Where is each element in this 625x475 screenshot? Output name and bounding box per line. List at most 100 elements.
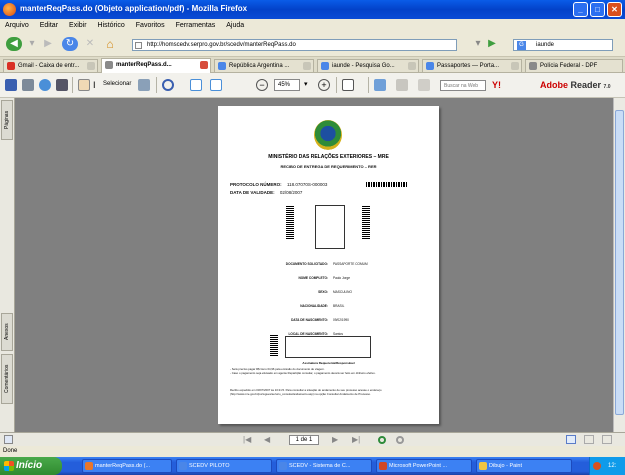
tab-republica-argentina[interactable]: República Argentina ... [214, 59, 314, 72]
zoom-dropdown-icon[interactable]: ▾ [304, 79, 316, 91]
back-icon[interactable]: ◀ [6, 37, 22, 51]
close-tab-icon[interactable] [303, 62, 311, 70]
save-icon[interactable] [5, 79, 17, 91]
stop-icon[interactable]: ✕ [82, 37, 98, 51]
search-input[interactable]: G iaunde [513, 39, 613, 51]
menu-ajuda[interactable]: Ajuda [226, 22, 244, 29]
adobe-reader-logo: Adobe Reader 7.0 [540, 80, 611, 90]
taskbar-item-paint[interactable]: Dibujo - Paint [476, 459, 572, 473]
print-icon[interactable] [22, 79, 34, 91]
home-icon[interactable]: ⌂ [102, 37, 118, 51]
zoom-out-icon[interactable]: − [256, 79, 268, 91]
go-icon[interactable]: ▶ [484, 37, 500, 51]
continuous-icon[interactable] [584, 435, 594, 444]
tools-icon[interactable] [396, 79, 408, 91]
menu-bar: Arquivo Editar Exibir Histórico Favorito… [0, 19, 625, 31]
tab-policia-federal[interactable]: Polícia Federal - DPF [525, 59, 623, 72]
last-page-icon[interactable]: ▶| [352, 435, 360, 445]
single-page-icon[interactable] [566, 435, 576, 444]
navigation-toolbar: ◀ ▾ ▶ ↻ ✕ ⌂ http://homscedv.serpro.gov.b… [0, 31, 625, 57]
taskbar-item-powerpoint[interactable]: Microsoft PowerPoint ... [376, 459, 472, 473]
validity-row: DATA DE VALIDADE: 02/08/2007 [230, 190, 302, 195]
find-icon[interactable] [56, 79, 68, 91]
email-icon[interactable] [39, 79, 51, 91]
menu-editar[interactable]: Editar [40, 22, 58, 29]
close-tab-icon[interactable] [511, 62, 519, 70]
protocol-barcode [366, 182, 408, 187]
taskbar-item-scedv-sistema[interactable]: SCEDV - Sistema de C... [276, 459, 372, 473]
toolbar-separator [72, 77, 73, 93]
previous-page-icon[interactable]: ◀ [264, 435, 270, 445]
yahoo-icon[interactable]: Y! [492, 79, 504, 91]
adobe-logo-product: Reader [570, 80, 602, 90]
comments-tab[interactable]: Comentários [1, 354, 13, 404]
fit-width-icon[interactable] [210, 79, 222, 91]
system-tray: 12: [589, 457, 625, 475]
zoom-level-input[interactable]: 45% [274, 79, 300, 91]
pages-tab[interactable]: Páginas [1, 100, 13, 140]
close-button[interactable]: ✕ [607, 2, 622, 17]
close-tab-icon[interactable] [408, 62, 416, 70]
tab-google-search[interactable]: iaunde - Pesquisa Go... [317, 59, 419, 72]
zoom-icon[interactable] [162, 79, 174, 91]
field-value: BRASIL [333, 304, 345, 308]
snapshot-icon[interactable] [138, 79, 150, 91]
minimize-button[interactable]: _ [573, 2, 588, 17]
forward-icon[interactable]: ▶ [40, 37, 56, 51]
brazil-coat-of-arms-icon [314, 120, 342, 150]
toolbar-separator [336, 77, 337, 93]
windows-logo-icon [4, 461, 14, 471]
vertical-scrollbar[interactable] [613, 98, 625, 432]
start-button[interactable]: Início [0, 457, 62, 475]
first-page-icon[interactable]: |◀ [243, 435, 251, 445]
taskbar-item-scedv-piloto[interactable]: SCEDV PILOTO [176, 459, 272, 473]
menu-ferramentas[interactable]: Ferramentas [176, 22, 216, 29]
select-tool-icon[interactable]: I [93, 79, 101, 91]
close-tab-icon[interactable] [200, 61, 208, 69]
left-barcode [286, 205, 294, 239]
pdf-viewer[interactable]: Páginas Anexos Comentários MINISTÉRIO DA… [0, 98, 625, 432]
tab-passaportes[interactable]: Passaportes — Porta... [422, 59, 522, 72]
bookmark-icon[interactable] [418, 79, 430, 91]
attachments-tab[interactable]: Anexos [1, 313, 13, 351]
field-label: NOME COMPLETO: [298, 276, 328, 280]
tab-gmail[interactable]: Gmail - Caixa de entr... [3, 59, 98, 72]
menu-arquivo[interactable]: Arquivo [5, 22, 29, 29]
toolbar-separator [368, 77, 369, 93]
taskbar-item-firefox[interactable]: manterReqPass.do (... [82, 459, 172, 473]
close-tab-icon[interactable] [87, 62, 95, 70]
dropdown-icon[interactable]: ▾ [24, 37, 40, 51]
validity-value: 02/08/2007 [279, 190, 303, 195]
scrollbar-thumb[interactable] [615, 110, 624, 415]
menu-exibir[interactable]: Exibir [69, 22, 87, 29]
tab-manterreqpass[interactable]: manterReqPass.d... [101, 58, 211, 73]
protocol-value: 118.07070S-000003 [286, 182, 328, 187]
menu-historico[interactable]: Histórico [98, 22, 125, 29]
zoom-in-icon[interactable]: + [318, 79, 330, 91]
find-web-input[interactable]: Buscar na Web [440, 80, 486, 91]
hand-tool-icon[interactable] [78, 79, 90, 91]
facing-icon[interactable] [602, 435, 612, 444]
page-navigation-bar: |◀ ◀ 1 de 1 ▶ ▶| [0, 432, 625, 446]
rotate-icon[interactable] [342, 79, 354, 91]
field-value: Paulo Jorge [333, 276, 351, 280]
previous-view-icon[interactable] [378, 436, 386, 444]
validity-label: DATA DE VALIDADE: [230, 190, 275, 195]
tray-icon[interactable] [593, 462, 601, 470]
url-input[interactable]: http://homscedv.serpro.gov.br/scedv/mant… [132, 39, 457, 51]
fit-page-icon[interactable] [190, 79, 202, 91]
next-view-icon[interactable] [396, 436, 404, 444]
help-icon[interactable] [374, 79, 386, 91]
page-number-input[interactable]: 1 de 1 [289, 435, 319, 445]
menu-favoritos[interactable]: Favoritos [136, 22, 165, 29]
start-label: Início [16, 460, 43, 471]
ie-icon [279, 462, 287, 470]
select-tool-label[interactable]: Selecionar [103, 81, 131, 87]
reload-icon[interactable]: ↻ [62, 37, 78, 51]
options-icon[interactable] [4, 435, 13, 444]
document-subheading: RECIBO DE ENTREGA DE REQUERIMENTO – RER [280, 164, 377, 169]
field-label: NACIONALIDADE: [300, 304, 328, 308]
window-title-bar: manterReqPass.do (Objeto application/pdf… [0, 0, 625, 19]
maximize-button[interactable]: □ [590, 2, 605, 17]
next-page-icon[interactable]: ▶ [332, 435, 338, 445]
